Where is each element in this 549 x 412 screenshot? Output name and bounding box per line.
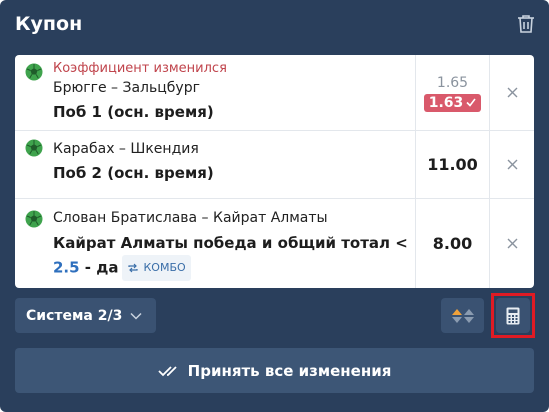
- total-value: 2.5: [53, 258, 80, 277]
- bet-outcome: Поб 1 (осн. время): [53, 103, 214, 121]
- remove-bet-button[interactable]: [490, 131, 534, 198]
- coupon-panel: Купон Коэффициент изменился Брюгге – Зал…: [0, 0, 549, 412]
- close-icon: [507, 159, 517, 170]
- odds-column: 11.00: [415, 131, 490, 198]
- repeat-icon: [128, 263, 139, 273]
- bet-item: Слован Братислава – Кайрат Алматы Кайрат…: [15, 199, 534, 288]
- bet-item: Карабах – Шкендия Поб 2 (осн. время) 11.…: [15, 131, 534, 199]
- close-icon: [507, 238, 517, 249]
- chevron-down-icon: [130, 312, 142, 320]
- accept-label: Принять все изменения: [187, 361, 392, 380]
- remove-bet-button[interactable]: [490, 55, 534, 130]
- old-odd: 1.65: [436, 74, 469, 91]
- close-icon: [507, 87, 517, 98]
- outcome-text: Кайрат Алматы победа и общий тотал <: [53, 234, 408, 252]
- match-name: Брюгге – Зальцбург: [53, 80, 200, 96]
- calculator-button-inner: [496, 298, 530, 333]
- accept-all-changes-button[interactable]: Принять все изменения: [15, 348, 534, 393]
- bet-info: Слован Братислава – Кайрат Алматы Кайрат…: [53, 208, 429, 281]
- odd-value: 8.00: [432, 234, 473, 253]
- system-label: Система 2/3: [26, 307, 123, 324]
- combo-badge: КОМБО: [122, 255, 191, 281]
- bet-outcome: Поб 2 (осн. время): [53, 164, 214, 182]
- bet-info: Карабах – Шкендия Поб 2 (осн. время): [53, 139, 429, 184]
- match-name: Слован Братислава – Кайрат Алматы: [53, 210, 328, 226]
- coupon-title: Купон: [15, 13, 83, 35]
- sort-arrows-icon: [451, 308, 474, 323]
- football-icon: [25, 63, 43, 81]
- bet-item: Коэффициент изменился Брюгге – Зальцбург…: [15, 55, 534, 131]
- outcome-suffix: - да: [79, 258, 119, 277]
- new-odd: 1.63: [428, 94, 464, 111]
- double-check-icon: [158, 365, 177, 376]
- bet-info: Коэффициент изменился Брюгге – Зальцбург…: [53, 60, 429, 123]
- odds-column: 8.00: [415, 199, 490, 288]
- football-icon: [25, 139, 43, 157]
- sort-odds-button[interactable]: [441, 298, 484, 333]
- match-name: Карабах – Шкендия: [53, 141, 199, 157]
- remove-bet-button[interactable]: [490, 199, 534, 288]
- trash-icon[interactable]: [515, 12, 537, 36]
- odds-column: 1.65 1.63: [415, 55, 490, 130]
- calculator-button[interactable]: [491, 293, 535, 338]
- odd-value: 11.00: [427, 155, 478, 174]
- combo-label: КОМБО: [143, 261, 186, 274]
- odds-changed-notice: Коэффициент изменился: [53, 61, 227, 76]
- new-odd-badge: 1.63: [423, 93, 482, 112]
- football-icon: [25, 210, 43, 228]
- calculator-icon: [506, 307, 520, 324]
- bet-outcome: Кайрат Алматы победа и общий тотал < 2.5…: [53, 231, 429, 281]
- system-select[interactable]: Система 2/3: [15, 298, 156, 333]
- check-icon: [466, 95, 476, 111]
- coupon-header: Купон: [15, 10, 537, 38]
- bet-list: Коэффициент изменился Брюгге – Зальцбург…: [15, 55, 534, 288]
